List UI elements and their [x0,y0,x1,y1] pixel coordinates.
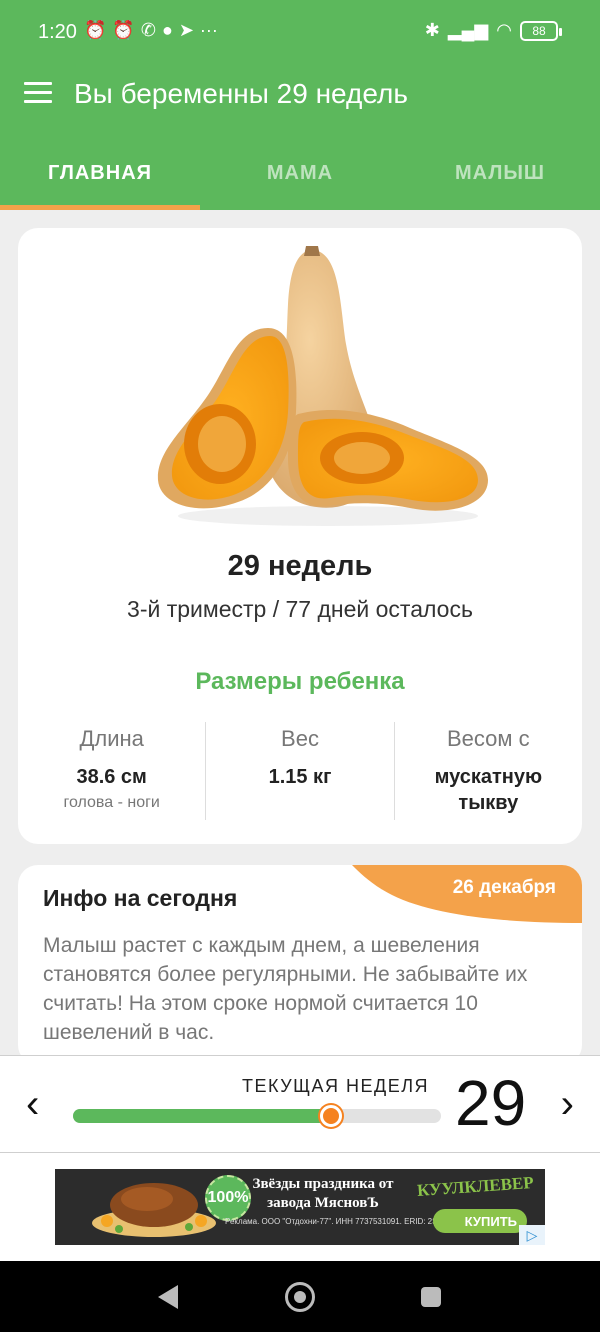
week-progress-slider[interactable] [73,1105,441,1127]
baby-metrics: Длина 38.6 см голова - ноги Вес 1.15 кг … [18,722,582,820]
app-bar: Вы беременны 29 недель ГЛАВНАЯ МАМА МАЛЫ… [0,64,600,210]
chevron-left-icon[interactable]: ‹ [26,1084,39,1124]
metric-label: Весом с [447,726,530,751]
metric-label: Вес [281,726,319,751]
metric-value-line: мускатную [434,766,543,788]
week-progress-thumb[interactable] [319,1105,342,1127]
system-navigation-bar [0,1261,600,1332]
status-time: 1:20 [38,21,77,43]
ad-buy-button[interactable]: КУПИТЬ [433,1209,527,1233]
metric-label: Длина [79,726,144,751]
telegram-icon: ➤ [178,20,194,40]
recent-apps-icon[interactable] [421,1287,441,1307]
current-week-label: ТЕКУЩАЯ НЕДЕЛЯ [242,1076,430,1096]
metric-value: 1.15 кг [268,766,332,788]
current-week-number: 29 [455,1067,527,1139]
butternut-squash-image [157,246,488,526]
whatsapp-icon: ✆ [140,20,156,40]
week-progress-fill [73,1109,331,1123]
info-text: Малыш растет с каждым днем, а шевеления … [43,934,528,1044]
app-title: Вы беременны 29 недель [74,78,408,109]
week-summary-card: 29 недель 3-й триместр / 77 дней осталос… [18,228,582,844]
tab-bar: ГЛАВНАЯ МАМА МАЛЫШ [0,140,600,210]
info-title: Инфо на сегодня [43,885,238,911]
metric-value: 38.6 см [76,766,147,788]
signal-icon: ▂▄▆ [447,20,489,40]
week-selector: ‹ ТЕКУЩАЯ НЕДЕЛЯ 29 › [0,1055,600,1153]
chat-bubble-icon: ● [161,20,173,40]
ad-title: Звёзды праздника от завода МясновЪ [252,1176,394,1211]
wifi-icon: ◠ [496,20,512,40]
ad-area: 100% Звёзды праздника от завода МясновЪ … [0,1153,600,1261]
more-dots-icon: ··· [199,20,218,40]
alarm-off-icon: ⏰ [84,20,107,40]
hamburger-menu-icon[interactable] [24,82,52,106]
battery-icon: 88 [520,20,562,41]
status-system-icons: ✱ ▂▄▆ ◠ 88 [424,20,562,41]
daily-info-card[interactable]: 26 декабря Инфо на сегодня Малыш растет … [18,865,582,1065]
back-icon[interactable] [158,1285,178,1309]
metric-comparison: Весом с мускатную тыкву [393,722,582,820]
metric-weight: Вес 1.15 кг [205,722,393,820]
tab-main[interactable]: ГЛАВНАЯ [0,140,200,210]
ad-brand: КУУЛКЛЕВЕР [416,1172,535,1201]
tab-baby[interactable]: МАЛЫШ [400,140,600,210]
home-icon[interactable] [285,1282,315,1312]
chevron-right-icon[interactable]: › [561,1084,574,1124]
bluetooth-icon: ✱ [424,20,440,40]
status-bar: 1:20 ⏰ ⏰ ✆ ● ➤ ··· ✱ ▂▄▆ ◠ 88 [0,0,600,64]
status-notification-icons: ⏰ ⏰ ✆ ● ➤ ··· [84,20,218,41]
trimester-text: 3-й триместр / 77 дней осталось [127,596,473,622]
metric-value-line: тыкву [458,792,519,814]
tab-mom[interactable]: МАМА [200,140,400,210]
week-title: 29 недель [227,550,373,582]
roast-dish-image [92,1183,216,1237]
alarm-icon: ⏰ [112,20,135,40]
ad-choices-icon[interactable]: ▷ [519,1225,545,1245]
metric-sub: голова - ноги [63,794,160,811]
info-date: 26 декабря [452,877,556,898]
metric-length: Длина 38.6 см голова - ноги [18,722,205,820]
metric-value: мускатную тыкву [395,764,582,816]
ad-banner[interactable]: 100% Звёзды праздника от завода МясновЪ … [55,1169,545,1245]
baby-sizes-title: Размеры ребенка [195,668,405,695]
